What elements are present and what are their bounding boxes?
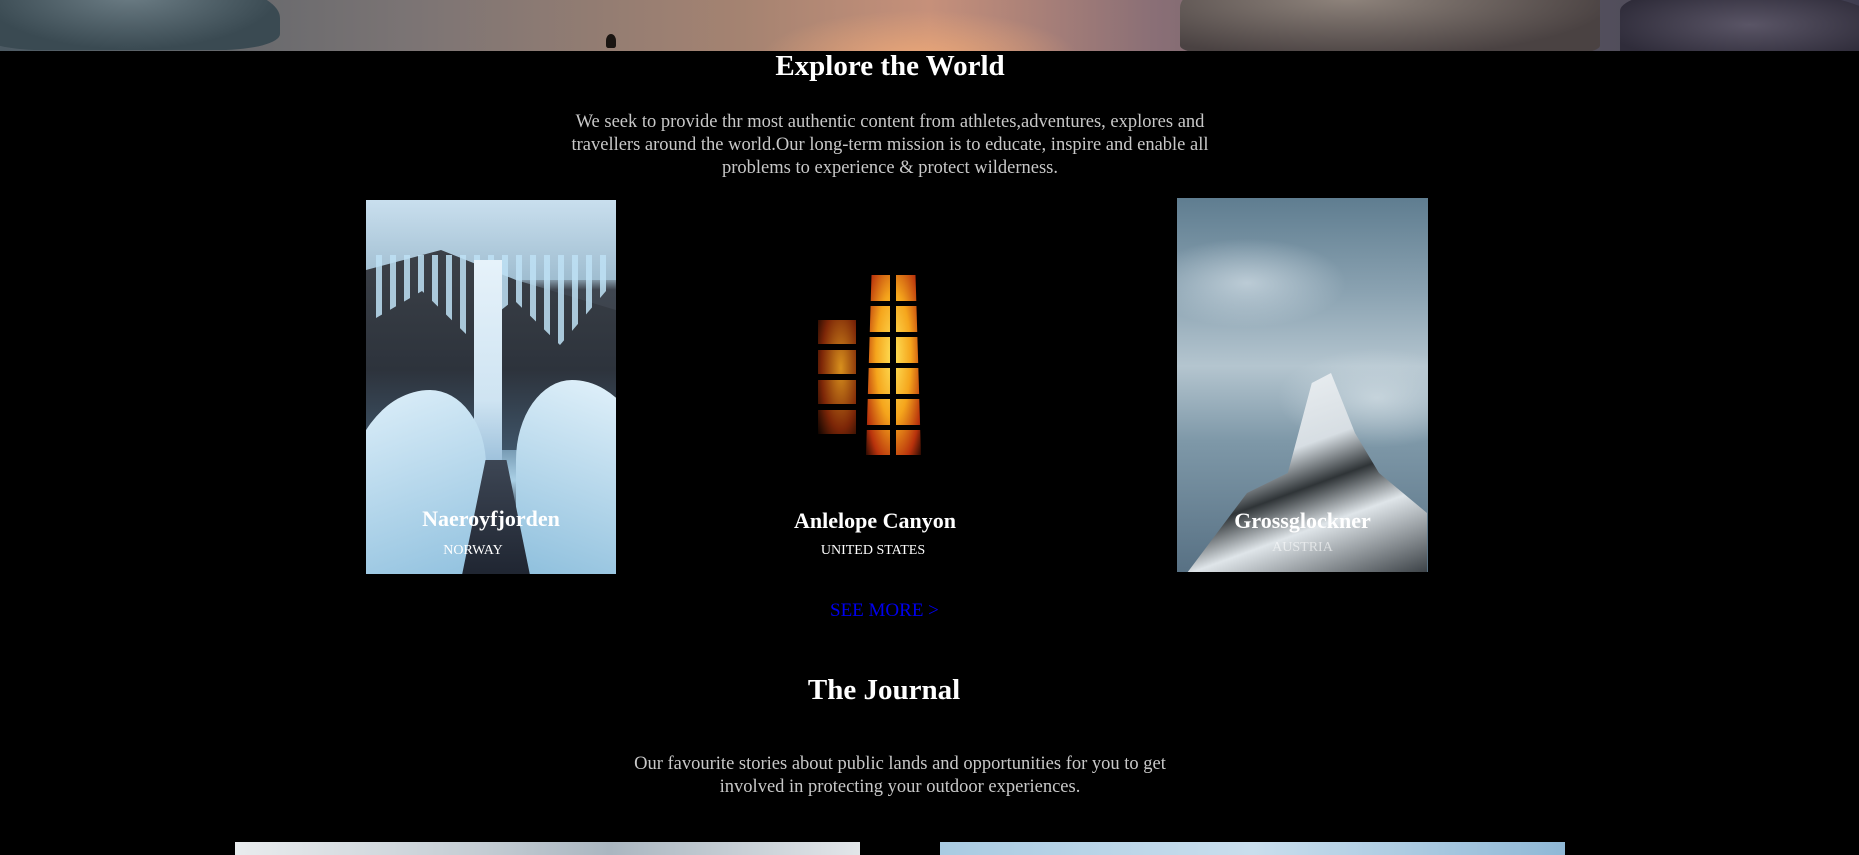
explore-description: We seek to provide thr most authentic co… — [571, 112, 1209, 178]
see-more-link[interactable]: SEE MORE > — [830, 600, 955, 622]
hero-tree — [606, 34, 616, 48]
journal-description: Our favourite stories about public lands… — [634, 754, 1166, 797]
canyon-window-left-bars — [818, 320, 856, 440]
hero-sunset-glow — [760, 10, 1080, 51]
destination-card-naeroyfjorden[interactable]: Naeroyfjorden NORWAY — [366, 200, 616, 574]
hero-rock-right — [1180, 0, 1600, 51]
destination-country: AUSTRIA — [1272, 540, 1333, 555]
journal-image-left[interactable] — [235, 842, 860, 855]
hero-rock-left — [0, 0, 280, 50]
mountain-cloud — [1177, 238, 1347, 328]
destination-name: Anlelope Canyon — [794, 508, 956, 533]
destination-name: Naeroyfjorden — [422, 506, 560, 531]
destination-country: NORWAY — [443, 543, 503, 558]
canyon-window-bars — [866, 275, 921, 455]
destination-name: Grossglockner — [1234, 508, 1371, 533]
journal-title: The Journal — [807, 674, 961, 706]
destination-country: UNITED STATES — [820, 543, 926, 558]
explore-title: Explore the World — [775, 50, 1005, 82]
page: Explore the World We seek to provide thr… — [0, 0, 1859, 855]
hero-rock-far-right — [1620, 0, 1859, 51]
journal-image-right[interactable] — [940, 842, 1565, 855]
destination-card-grossglockner[interactable]: Grossglockner AUSTRIA — [1177, 198, 1428, 572]
destination-card-antelope-canyon[interactable]: Anlelope Canyon UNITED STATES — [746, 200, 996, 574]
hero-image — [0, 0, 1859, 51]
